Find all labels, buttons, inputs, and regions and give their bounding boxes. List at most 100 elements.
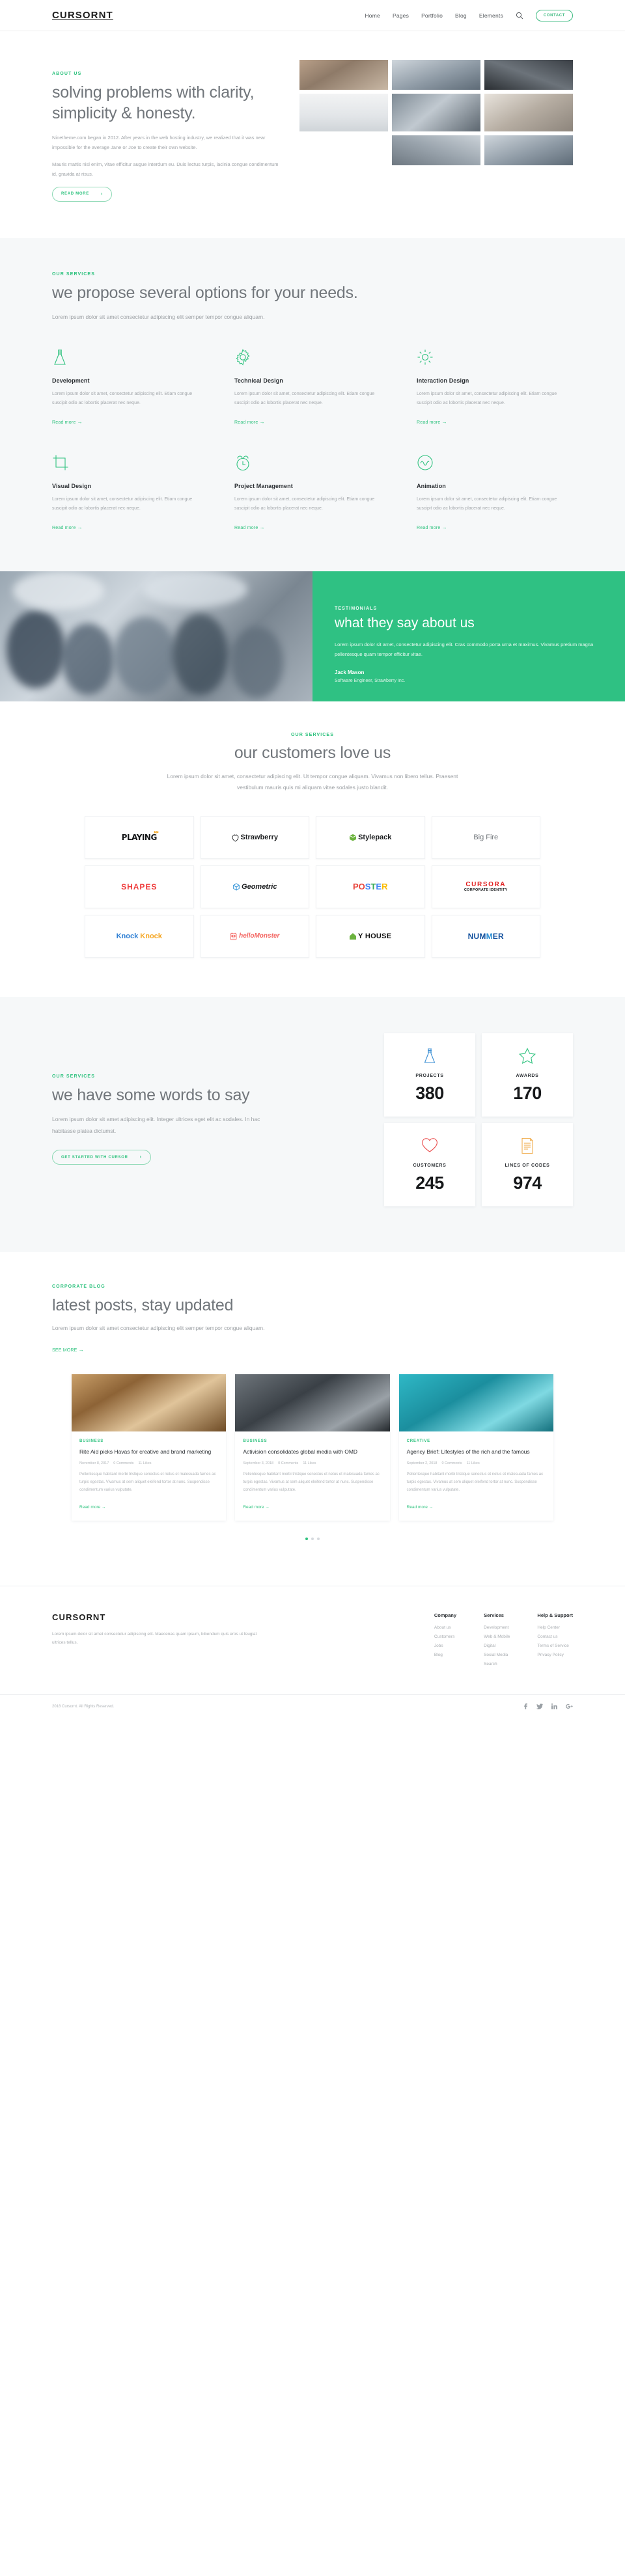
get-started-button[interactable]: GET STARTED WITH CURSOR › (52, 1150, 151, 1165)
footer-column-help-support: Help & Support Help Center Contact us Te… (537, 1612, 573, 1671)
footer-link-customers[interactable]: Customers (434, 1634, 456, 1639)
contact-button[interactable]: CONTACT (535, 9, 573, 21)
blog-post-comments: 0 Comments (278, 1461, 299, 1466)
carousel-dot-2[interactable] (311, 1538, 314, 1541)
google-plus-icon[interactable] (566, 1703, 573, 1709)
blog-post-category[interactable]: BUSINESS (79, 1439, 218, 1443)
alarm-clock-icon (234, 454, 391, 474)
service-read-more-link[interactable]: Read more → (52, 418, 83, 425)
blog-post-read-more-label: Read more (243, 1505, 264, 1510)
customer-logo-hellomonster[interactable]: helloMonster (200, 914, 309, 958)
arrow-right-icon: → (77, 418, 83, 425)
blog-post-card[interactable]: BUSINESS Activision consolidates global … (235, 1374, 390, 1521)
footer-link-search[interactable]: Search (484, 1662, 510, 1666)
footer-link-contact-us[interactable]: Contact us (537, 1634, 573, 1639)
customer-logo-cursora[interactable]: CURSORA CORPORATE IDENTITY (431, 865, 540, 908)
stat-label: CUSTOMERS (413, 1163, 447, 1168)
customer-logo-label: SHAPES (121, 882, 158, 891)
testimonials-title: what they say about us (335, 615, 475, 630)
blog-post-title[interactable]: Agency Brief: Lifestyles of the rich and… (407, 1448, 546, 1456)
footer-link-development[interactable]: Development (484, 1625, 510, 1630)
customer-logo-shapes[interactable]: SHAPES (85, 865, 194, 908)
service-read-more-link[interactable]: Read more → (417, 419, 447, 425)
stat-label: PROJECTS (415, 1073, 444, 1078)
footer-logo[interactable]: CURSORNT (52, 1612, 267, 1622)
customer-logo-bigfire[interactable]: Big Fire (431, 815, 540, 859)
customer-logo-label: POSTER (353, 882, 388, 892)
customer-logo-label: Geometric (242, 882, 277, 891)
main-nav: Home Pages Portfolio Blog Elements CONTA… (365, 9, 573, 21)
service-read-more-link[interactable]: Read more → (234, 419, 265, 425)
service-read-more-link[interactable]: Read more → (234, 524, 265, 530)
customer-logo-stylepack[interactable]: Stylepack (316, 815, 425, 859)
stat-card-projects: PROJECTS 380 (384, 1033, 475, 1117)
blog-post-title[interactable]: Rite Aid picks Havas for creative and br… (79, 1448, 218, 1456)
customer-logo-nummer[interactable]: NUMMER (431, 914, 540, 958)
linkedin-icon[interactable] (551, 1703, 557, 1710)
blog-post-title[interactable]: Activision consolidates global media wit… (243, 1448, 382, 1456)
blog-post-category[interactable]: BUSINESS (243, 1439, 382, 1443)
footer-link-about-us[interactable]: About us (434, 1625, 456, 1630)
customer-logo-geometric[interactable]: Geometric (200, 865, 309, 908)
footer-link-web-mobile[interactable]: Web & Mobile (484, 1634, 510, 1639)
blog-see-more-link[interactable]: SEE MORE → (52, 1347, 84, 1353)
footer-link-jobs[interactable]: Jobs (434, 1644, 456, 1648)
blog-post-read-more-label: Read more (406, 1505, 428, 1510)
service-title: Animation (417, 482, 446, 489)
customer-logo-knock-knock[interactable]: Knock Knock (85, 914, 194, 958)
customer-logo-label: Stylepack (358, 833, 392, 841)
sun-icon (417, 349, 573, 368)
footer-link-privacy-policy[interactable]: Privacy Policy (537, 1653, 573, 1657)
service-read-more-link[interactable]: Read more → (417, 524, 447, 530)
service-read-more-link[interactable]: Read more → (52, 524, 83, 530)
copyright-text: 2018 Cursornt. All Rights Reserved. (52, 1704, 115, 1709)
carousel-dot-3[interactable] (317, 1538, 320, 1541)
blog-post-card[interactable]: CREATIVE Agency Brief: Lifestyles of the… (398, 1374, 553, 1521)
footer-link-terms-of-service[interactable]: Terms of Service (537, 1644, 573, 1648)
customer-logo-poster[interactable]: POSTER (316, 865, 425, 908)
nav-item-home[interactable]: Home (365, 12, 380, 19)
customer-logo-playing[interactable]: PLAYING ▸▸ (85, 815, 194, 859)
carousel-dot-1[interactable] (305, 1538, 308, 1541)
blog-post-likes: 11 Likes (303, 1461, 316, 1466)
social-links (523, 1703, 573, 1710)
footer-link-social-media[interactable]: Social Media (484, 1653, 510, 1657)
stats-grid: PROJECTS 380 AWARDS 170 CUSTOMERS 245 LI… (384, 1033, 573, 1206)
crop-icon (52, 454, 208, 474)
nav-item-portfolio[interactable]: Portfolio (421, 12, 443, 19)
facebook-icon[interactable] (523, 1703, 528, 1710)
arrow-right-icon: → (77, 524, 83, 530)
nav-item-pages[interactable]: Pages (393, 12, 409, 19)
chevron-right-icon: › (139, 1155, 142, 1160)
document-icon (488, 1137, 566, 1156)
customer-logo-my-house[interactable]: Y HOUSE (316, 914, 425, 958)
footer-link-blog[interactable]: Blog (434, 1653, 456, 1657)
stats-section: OUR SERVICES we have some words to say L… (0, 996, 625, 1252)
service-text: Lorem ipsum dolor sit amet, consectetur … (417, 391, 557, 405)
blog-post-category[interactable]: CREATIVE (407, 1439, 546, 1443)
customer-logo-label: Knock Knock (116, 932, 162, 940)
twitter-icon[interactable] (536, 1703, 543, 1710)
blog-post-date: September 2, 2018 (406, 1461, 438, 1466)
blog-post-image (72, 1374, 227, 1432)
customer-logo-strawberry[interactable]: Strawberry (200, 815, 309, 859)
blog-post-card[interactable]: BUSINESS Rite Aid picks Havas for creati… (72, 1374, 227, 1521)
site-logo[interactable]: CURSORNT (52, 10, 113, 21)
blog-post-read-more-link[interactable]: Read more → (79, 1505, 105, 1510)
search-icon[interactable] (516, 12, 523, 20)
monster-face-icon (230, 932, 237, 940)
blog-grid: BUSINESS Rite Aid picks Havas for creati… (72, 1374, 553, 1521)
service-read-more-label: Read more (52, 525, 76, 530)
nav-item-blog[interactable]: Blog (455, 12, 467, 19)
customers-title: our customers love us (234, 743, 391, 762)
blog-lede: Lorem ipsum dolor sit amet consectetur a… (52, 1324, 265, 1331)
footer-link-help-center[interactable]: Help Center (537, 1625, 573, 1630)
footer-link-digital[interactable]: Digital (484, 1644, 510, 1648)
stat-card-lines-of-codes: LINES OF CODES 974 (482, 1122, 573, 1206)
about-eyebrow: ABOUT US (52, 72, 82, 76)
footer-column-company: Company About us Customers Jobs Blog (434, 1612, 456, 1671)
about-read-more-button[interactable]: READ MORE › (52, 186, 112, 202)
blog-post-read-more-link[interactable]: Read more → (407, 1505, 433, 1510)
nav-item-elements[interactable]: Elements (479, 12, 503, 19)
blog-post-read-more-link[interactable]: Read more → (243, 1505, 269, 1510)
